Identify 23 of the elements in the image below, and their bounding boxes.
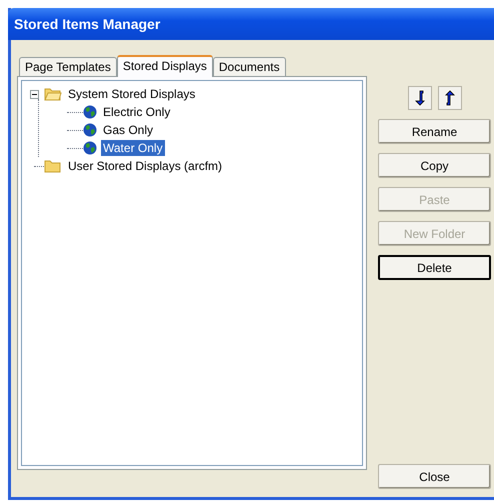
move-down-button[interactable] — [408, 86, 432, 110]
tab[interactable]: Page Templates — [19, 57, 117, 76]
globe-icon — [83, 123, 97, 137]
tree-item[interactable]: Gas Only — [101, 122, 156, 138]
window-title: Stored Items Manager — [8, 8, 494, 40]
action-button[interactable]: Delete — [378, 255, 491, 280]
up-arrow-icon — [444, 90, 456, 106]
down-arrow-icon — [414, 90, 426, 106]
collapse-toggle[interactable] — [30, 90, 38, 98]
tree-item[interactable]: Water Only — [101, 140, 165, 156]
globe-icon — [83, 141, 97, 155]
action-button[interactable]: Rename — [378, 119, 491, 144]
globe-icon — [83, 105, 97, 119]
close-button[interactable]: Close — [378, 464, 491, 489]
folder-icon — [44, 159, 62, 173]
tab[interactable]: Documents — [212, 57, 286, 76]
tree-item[interactable]: Electric Only — [101, 104, 172, 120]
tree-item[interactable]: System Stored Displays — [66, 86, 198, 102]
open-folder-icon — [44, 87, 62, 101]
tree-item[interactable]: User Stored Displays (arcfm) — [66, 158, 224, 174]
tab[interactable]: Stored Displays — [116, 55, 213, 77]
action-button[interactable]: Copy — [378, 153, 491, 178]
move-up-button[interactable] — [438, 86, 462, 110]
